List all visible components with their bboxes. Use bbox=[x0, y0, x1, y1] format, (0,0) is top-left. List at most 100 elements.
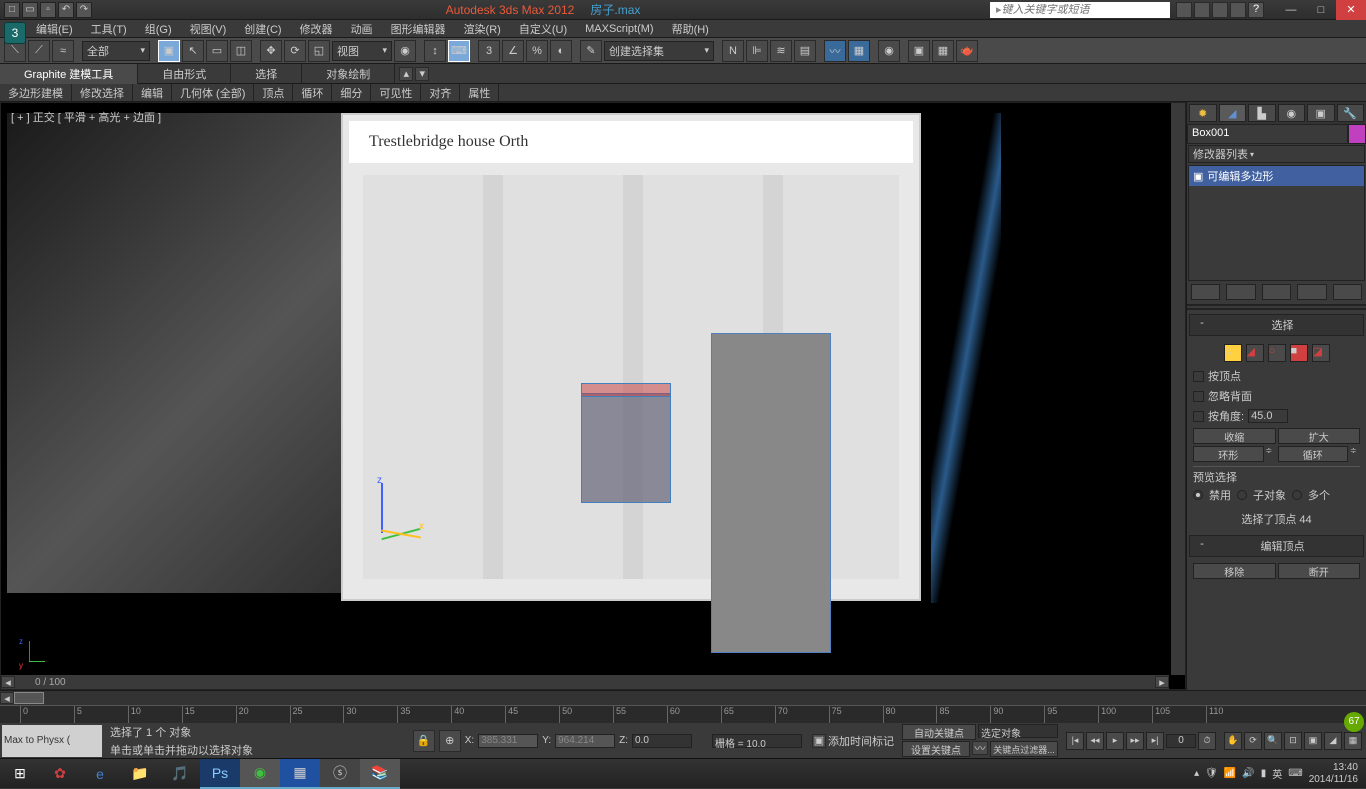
tray-security-icon[interactable]: 🛡 bbox=[1205, 768, 1218, 779]
edit-selection-icon[interactable]: ✎ bbox=[580, 40, 602, 62]
modifier-list-dropdown[interactable]: 修改器列表 bbox=[1188, 145, 1365, 163]
pan-icon[interactable]: ✋ bbox=[1224, 732, 1242, 750]
sub-visibility[interactable]: 可见性 bbox=[371, 84, 421, 102]
tray-arrow-icon[interactable]: ▴ bbox=[1194, 768, 1199, 779]
close-button[interactable]: ✕ bbox=[1336, 0, 1366, 20]
time-ruler[interactable]: 0510152025303540455055606570758085909510… bbox=[0, 705, 1366, 723]
hierarchy-tab-icon[interactable]: ▙ bbox=[1248, 104, 1276, 122]
grow-button[interactable]: 扩大 bbox=[1278, 428, 1361, 444]
angle-snap-icon[interactable]: ∠ bbox=[502, 40, 524, 62]
auto-key-button[interactable]: 自动关键点 bbox=[902, 724, 976, 740]
open-icon[interactable]: ▭ bbox=[22, 2, 38, 18]
task-app-icon[interactable]: ▦ bbox=[280, 759, 320, 789]
sub-poly-model[interactable]: 多边形建模 bbox=[0, 84, 72, 102]
goto-start-icon[interactable]: |◂ bbox=[1066, 732, 1084, 750]
create-tab-icon[interactable]: ✹ bbox=[1189, 104, 1217, 122]
ring-button[interactable]: 环形 bbox=[1193, 446, 1264, 462]
bind-icon[interactable]: ≈ bbox=[52, 40, 74, 62]
sub-geom[interactable]: 几何体 (全部) bbox=[172, 84, 254, 102]
tray-volume-icon[interactable]: 🔊 bbox=[1242, 768, 1254, 779]
scale-icon[interactable]: ◱ bbox=[308, 40, 330, 62]
menu-maxscript[interactable]: MAXScript(M) bbox=[577, 22, 661, 36]
ref-coord-system[interactable]: 视图 bbox=[332, 41, 392, 61]
subscription-icon[interactable] bbox=[1194, 2, 1210, 18]
prev-frame-icon[interactable]: ◂◂ bbox=[1086, 732, 1104, 750]
modifier-item-editable-poly[interactable]: ▣可编辑多边形 bbox=[1189, 166, 1364, 186]
tab-graphite[interactable]: Graphite 建模工具 bbox=[0, 64, 138, 84]
menu-edit[interactable]: 编辑(E) bbox=[28, 20, 81, 38]
box-geometry[interactable] bbox=[711, 333, 831, 653]
fov-icon[interactable]: ◢ bbox=[1324, 732, 1342, 750]
sub-subdiv[interactable]: 细分 bbox=[332, 84, 371, 102]
y-coord-input[interactable]: 964.214 bbox=[555, 734, 615, 748]
viewport[interactable]: Trestlebridge house Orth z x z y [ + ] 正… bbox=[0, 102, 1186, 690]
tab-freeform[interactable]: 自由形式 bbox=[138, 64, 231, 84]
x-coord-input[interactable]: 385.331 bbox=[478, 734, 538, 748]
task-ie-icon[interactable]: e bbox=[80, 759, 120, 789]
transform-mode-icon[interactable]: ⊕ bbox=[439, 730, 461, 752]
pivot-icon[interactable]: ◉ bbox=[394, 40, 416, 62]
unlink-icon[interactable]: ⟋ bbox=[28, 40, 50, 62]
rendered-frame-icon[interactable]: ▦ bbox=[932, 40, 954, 62]
set-key-button[interactable]: 设置关键点 bbox=[902, 741, 970, 757]
help-search[interactable]: ▸ bbox=[990, 2, 1170, 18]
ignore-backfacing-checkbox[interactable] bbox=[1193, 391, 1204, 402]
preview-multi-radio[interactable] bbox=[1292, 490, 1302, 500]
named-selection-set[interactable]: 创建选择集 bbox=[604, 41, 714, 61]
object-color-swatch[interactable] bbox=[1348, 124, 1366, 144]
angle-spinner[interactable]: 45.0 bbox=[1248, 409, 1288, 423]
goto-end-icon[interactable]: ▸| bbox=[1146, 732, 1164, 750]
keyboard-shortcut-icon[interactable]: ⌨ bbox=[448, 40, 470, 62]
motion-tab-icon[interactable]: ◉ bbox=[1278, 104, 1306, 122]
minimize-button[interactable]: — bbox=[1276, 0, 1306, 20]
favorites-icon[interactable] bbox=[1230, 2, 1246, 18]
move-icon[interactable]: ✥ bbox=[260, 40, 282, 62]
arc-rotate-icon[interactable]: ⟳ bbox=[1244, 732, 1262, 750]
task-explorer-icon[interactable]: 📁 bbox=[120, 759, 160, 789]
mirror-icon[interactable]: Ν bbox=[722, 40, 744, 62]
menu-help[interactable]: 帮助(H) bbox=[664, 20, 717, 38]
tray-network-icon[interactable]: 📶 bbox=[1224, 768, 1236, 779]
subobj-vertex-icon[interactable]: ∴ bbox=[1224, 344, 1242, 362]
scroll-right-icon[interactable]: ▸ bbox=[1155, 676, 1169, 688]
manipulate-icon[interactable]: ↕ bbox=[424, 40, 446, 62]
subobj-edge-icon[interactable]: ◢ bbox=[1246, 344, 1264, 362]
save-icon[interactable]: ▫ bbox=[40, 2, 56, 18]
play-icon[interactable]: ▸ bbox=[1106, 732, 1124, 750]
new-icon[interactable]: □ bbox=[4, 2, 20, 18]
remove-button[interactable]: 移除 bbox=[1193, 563, 1276, 579]
lock-icon[interactable]: 🔒 bbox=[413, 730, 435, 752]
subobj-polygon-icon[interactable]: ■ bbox=[1290, 344, 1308, 362]
snap-toggle-icon[interactable]: 3 bbox=[478, 40, 500, 62]
exchange-icon[interactable] bbox=[1212, 2, 1228, 18]
pin-stack-icon[interactable] bbox=[1191, 284, 1220, 300]
rollout-selection-header[interactable]: 选择 bbox=[1189, 314, 1364, 336]
render-setup-icon[interactable]: ▣ bbox=[908, 40, 930, 62]
task-3dsmax-icon[interactable]: ⓢ bbox=[320, 759, 360, 789]
task-photoshop-icon[interactable]: Ps bbox=[200, 759, 240, 789]
by-vertex-checkbox[interactable] bbox=[1193, 371, 1204, 382]
time-tag-icon[interactable]: ▣ bbox=[812, 734, 826, 748]
percent-snap-icon[interactable]: % bbox=[526, 40, 548, 62]
loop-button[interactable]: 循环 bbox=[1278, 446, 1349, 462]
viewport-label[interactable]: [ + ] 正交 [ 平滑 + 高光 + 边面 ] bbox=[11, 109, 161, 125]
time-slider[interactable]: ◂ bbox=[0, 691, 1366, 705]
sub-props[interactable]: 属性 bbox=[460, 84, 499, 102]
align-icon[interactable]: ⊫ bbox=[746, 40, 768, 62]
sub-mod-sel[interactable]: 修改选择 bbox=[72, 84, 133, 102]
window-crossing-icon[interactable]: ◫ bbox=[230, 40, 252, 62]
utilities-tab-icon[interactable]: 🔧 bbox=[1337, 104, 1365, 122]
layers-icon[interactable]: ≋ bbox=[770, 40, 792, 62]
tray-ime-icon[interactable]: 英 bbox=[1272, 766, 1282, 781]
rotate-icon[interactable]: ⟳ bbox=[284, 40, 306, 62]
configure-icon[interactable] bbox=[1333, 284, 1362, 300]
modifier-stack[interactable]: ▣可编辑多边形 bbox=[1188, 165, 1365, 281]
selection-filter[interactable]: 全部 bbox=[82, 41, 150, 61]
menu-create[interactable]: 创建(C) bbox=[236, 20, 289, 38]
select-icon[interactable]: ▣ bbox=[158, 40, 180, 62]
tray-battery-icon[interactable]: ▮ bbox=[1261, 768, 1267, 779]
break-button[interactable]: 断开 bbox=[1278, 563, 1361, 579]
menu-group[interactable]: 组(G) bbox=[137, 20, 180, 38]
notification-badge[interactable]: 67 bbox=[1344, 712, 1364, 732]
ribbon-min-icon[interactable]: ▴ bbox=[399, 67, 413, 81]
